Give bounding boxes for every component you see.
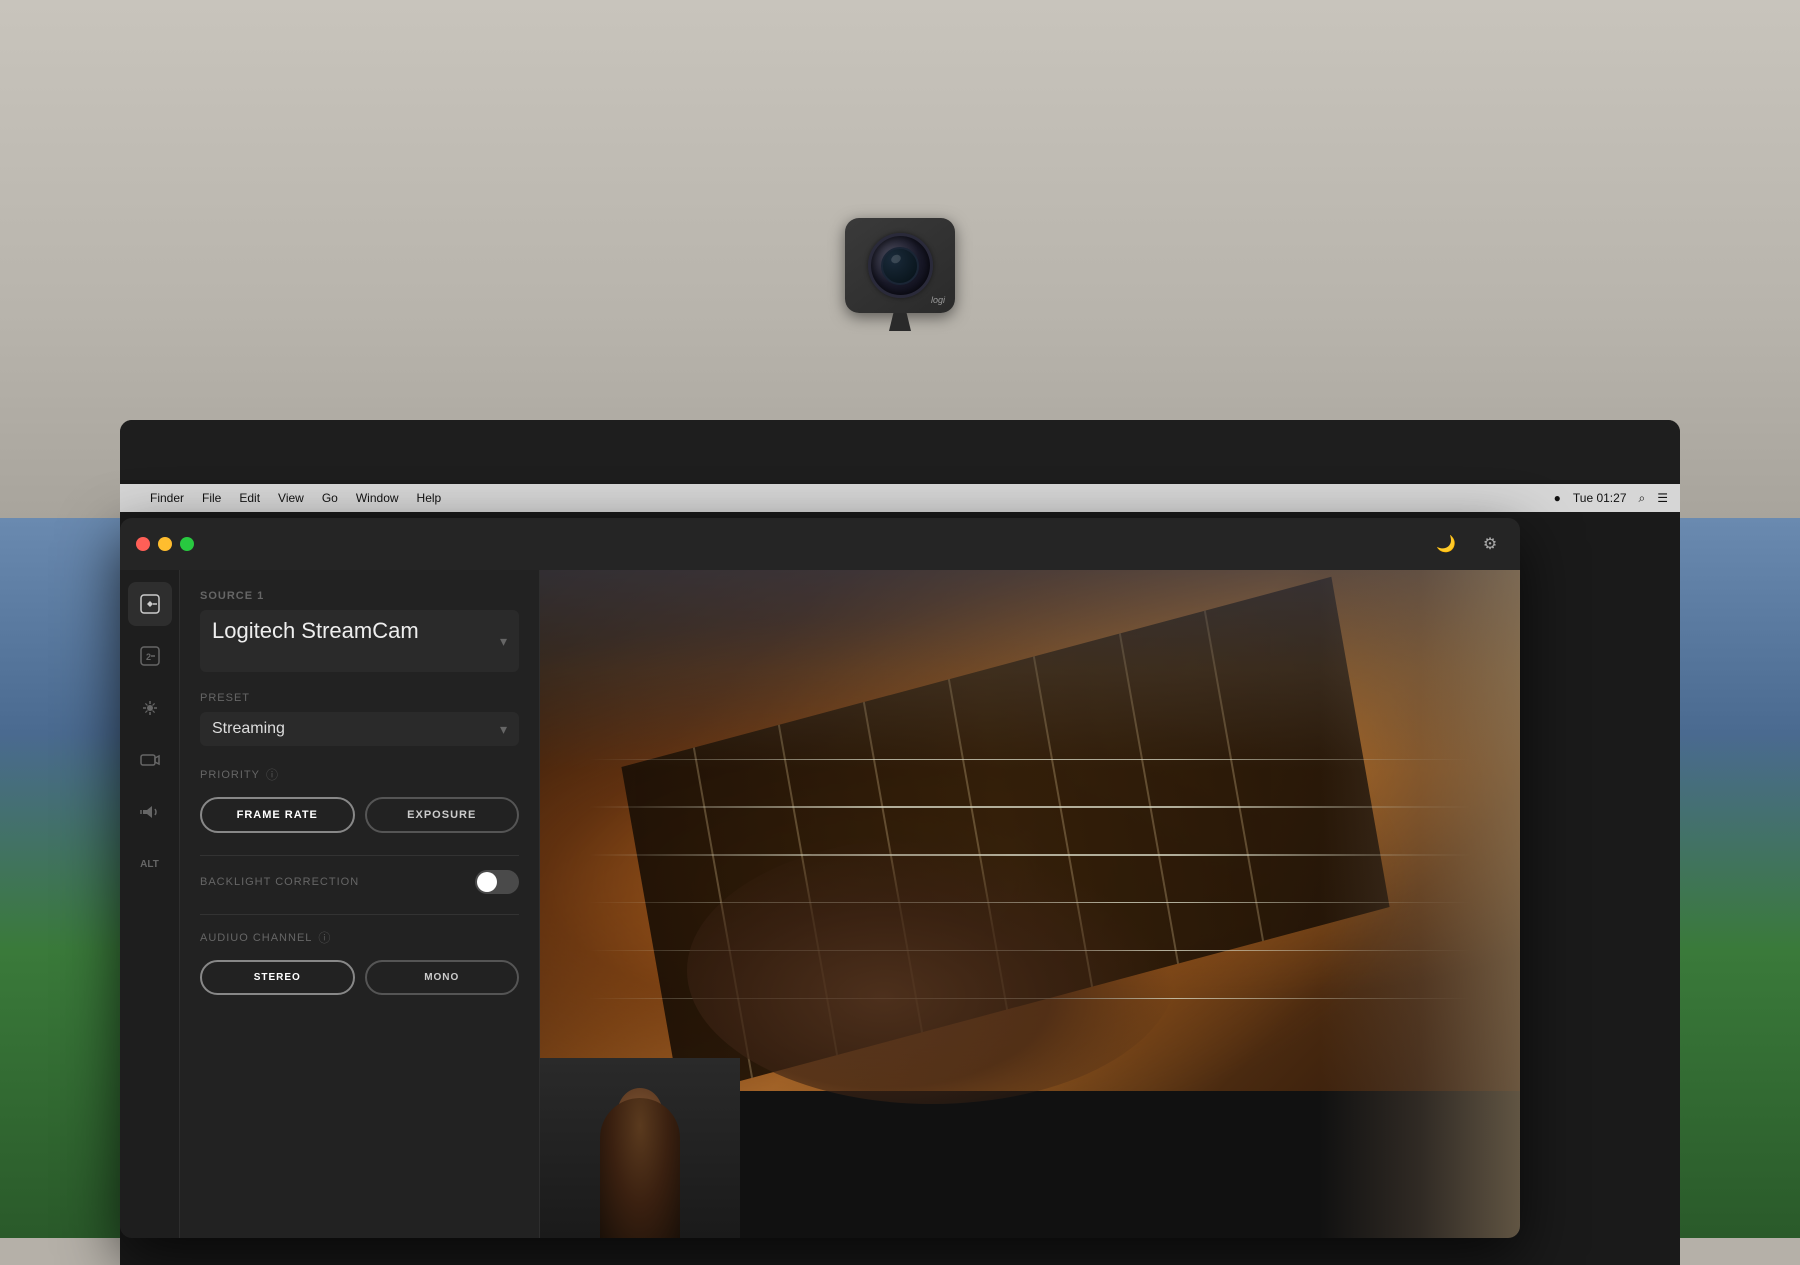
menubar-icon: ● — [1554, 491, 1561, 505]
backlight-toggle[interactable] — [475, 870, 519, 894]
menu-help[interactable]: Help — [417, 491, 442, 505]
frame-rate-button[interactable]: FRAME RATE — [200, 797, 355, 833]
webcam: logi — [845, 218, 955, 331]
app-window: 🌙 ⚙ 2 — [120, 518, 1520, 1238]
camera-dropdown-arrow: ▾ — [500, 633, 507, 650]
audio-buttons: STEREO MONO — [200, 960, 519, 995]
camera-name: Logitech StreamCam — [212, 618, 419, 644]
audio-row: AUDIUO CHANNEL ⓘ — [200, 929, 519, 946]
priority-info-icon[interactable]: ⓘ — [266, 766, 278, 783]
maximize-button[interactable] — [180, 537, 194, 551]
sidebar-item-camera[interactable] — [128, 738, 172, 782]
close-button[interactable] — [136, 537, 150, 551]
audio-btn-2[interactable]: MONO — [365, 960, 520, 995]
webcam-mount — [889, 313, 911, 331]
exposure-button[interactable]: EXPOSURE — [365, 797, 520, 833]
priority-row: PRIORITY ⓘ — [200, 766, 519, 783]
dark-mode-button[interactable]: 🌙 — [1432, 530, 1460, 558]
webcam-lens — [868, 233, 933, 298]
macos-menubar: Finder File Edit View Go Window Help ● T… — [120, 484, 1680, 512]
preset-value: Streaming — [212, 720, 285, 738]
gear-icon: ⚙ — [1483, 534, 1497, 554]
source-label: SOURCE 1 — [200, 590, 519, 602]
preset-dropdown-arrow: ▾ — [500, 721, 507, 738]
svg-text:2: 2 — [146, 652, 151, 662]
menu-file[interactable]: File — [202, 491, 221, 505]
moon-icon: 🌙 — [1436, 534, 1456, 554]
sidebar-item-alt[interactable]: ALT — [128, 842, 172, 886]
webcam-brand: logi — [931, 295, 945, 305]
preset-label: PRESET — [200, 692, 519, 704]
sidebar-item-audio[interactable] — [128, 790, 172, 834]
priority-label: PRIORITY — [200, 769, 260, 781]
preset-dropdown[interactable]: Streaming ▾ — [200, 712, 519, 746]
title-bar-actions: 🌙 ⚙ — [1432, 530, 1504, 558]
sidebar-item-effects[interactable] — [128, 686, 172, 730]
pip-body — [600, 1098, 680, 1238]
title-bar: 🌙 ⚙ — [120, 518, 1520, 570]
minimize-button[interactable] — [158, 537, 172, 551]
monitor-bezel — [120, 420, 1680, 480]
backlight-label: BACKLIGHT CORRECTION — [200, 876, 359, 888]
priority-buttons: FRAME RATE EXPOSURE — [200, 797, 519, 833]
menu-go[interactable]: Go — [322, 491, 338, 505]
sidebar-icons: 2 — [120, 570, 180, 1238]
menubar-menu-icon[interactable]: ☰ — [1657, 491, 1668, 505]
menu-view[interactable]: View — [278, 491, 304, 505]
audio-btn-1[interactable]: STEREO — [200, 960, 355, 995]
menubar-time: Tue 01:27 — [1573, 491, 1627, 505]
app-body: 2 — [120, 570, 1520, 1238]
controls-panel: SOURCE 1 Logitech StreamCam ▾ PRESET Str… — [180, 570, 540, 1238]
divider-2 — [200, 914, 519, 915]
menu-window[interactable]: Window — [356, 491, 399, 505]
settings-button[interactable]: ⚙ — [1476, 530, 1504, 558]
desktop-wallpaper-left — [0, 518, 120, 1238]
pip-person — [540, 1058, 740, 1238]
pip-container — [540, 1058, 1520, 1238]
webcam-lens-inner — [881, 247, 919, 285]
menu-edit[interactable]: Edit — [239, 491, 260, 505]
desktop-wallpaper-right — [1680, 518, 1800, 1238]
menubar-right: ● Tue 01:27 ⌕ ☰ — [1554, 491, 1668, 506]
sidebar-item-source2[interactable]: 2 — [128, 634, 172, 678]
audio-info-icon[interactable]: ⓘ — [318, 929, 330, 946]
divider-1 — [200, 855, 519, 856]
backlight-row: BACKLIGHT CORRECTION — [200, 870, 519, 894]
video-preview — [540, 570, 1520, 1238]
sidebar-item-source1[interactable] — [128, 582, 172, 626]
menu-finder[interactable]: Finder — [150, 491, 184, 505]
menubar-search-icon[interactable]: ⌕ — [1639, 491, 1646, 506]
webcam-body: logi — [845, 218, 955, 313]
traffic-lights — [136, 537, 194, 551]
audio-label: AUDIUO CHANNEL — [200, 932, 312, 944]
camera-dropdown[interactable]: Logitech StreamCam ▾ — [200, 610, 519, 672]
